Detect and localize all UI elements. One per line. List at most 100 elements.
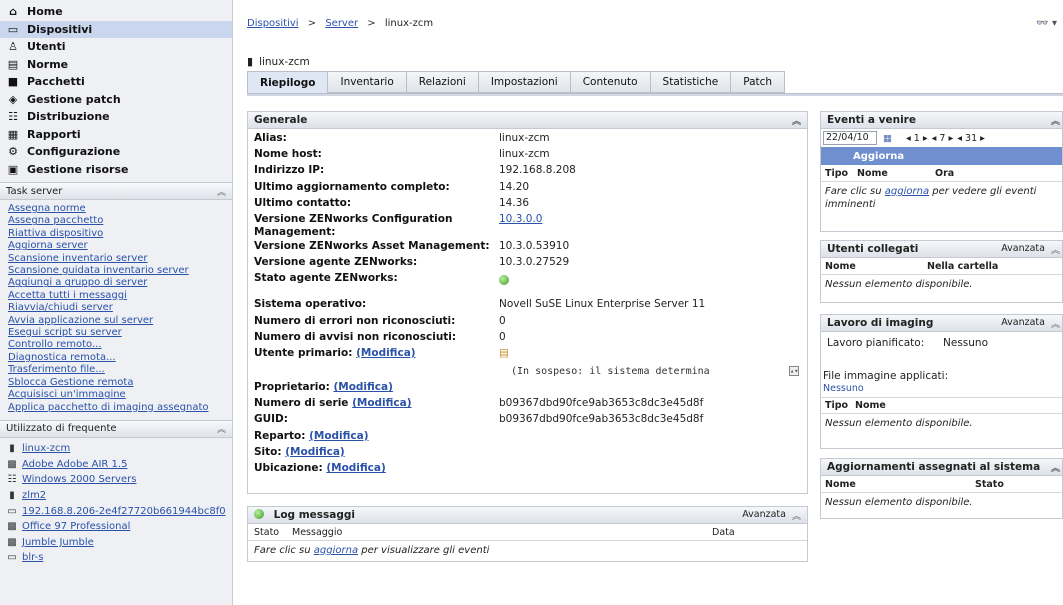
aggiornamenti-col-stato[interactable]: Stato xyxy=(975,479,1004,490)
collapse-icon[interactable]: ︽ xyxy=(792,114,801,127)
task-link[interactable]: Trasferimento file... xyxy=(8,364,232,376)
field-value[interactable]: 10.3.0.0 xyxy=(499,213,542,225)
modifica-link[interactable]: (Modifica) xyxy=(326,462,385,474)
log-aggiorna-link[interactable]: aggiorna xyxy=(314,545,358,556)
week-stepper[interactable]: ◂ 7 ▸ xyxy=(932,133,954,144)
tab-statistiche[interactable]: Statistiche xyxy=(650,71,732,93)
task-link[interactable]: Esegui script su server xyxy=(8,327,232,339)
scroll-icon[interactable]: ▴▾ xyxy=(789,365,799,376)
view-options-icon[interactable]: 👓 ▾ xyxy=(1036,18,1057,29)
frequent-item[interactable]: ▩ Adobe Adobe AIR 1.5 xyxy=(6,457,232,473)
task-link[interactable]: Avvia applicazione sul server xyxy=(8,315,232,327)
log-avanzata-link[interactable]: Avanzata xyxy=(742,509,786,522)
tab-riepilogo[interactable]: Riepilogo xyxy=(247,71,329,93)
calendar-icon[interactable]: ▦ xyxy=(883,133,892,144)
task-link[interactable]: Aggiungi a gruppo di server xyxy=(8,277,232,289)
eventi-col-tipo[interactable]: Tipo xyxy=(825,168,857,179)
nav-item-home[interactable]: ⌂ Home xyxy=(0,3,232,21)
frequent-item[interactable]: ▩ Office 97 Professional xyxy=(6,519,232,535)
collapse-icon[interactable]: ︽ xyxy=(1051,243,1060,256)
task-link[interactable]: Aggiorna server xyxy=(8,240,232,252)
frequent-item-label[interactable]: linux-zcm xyxy=(22,443,70,454)
collapse-icon[interactable]: ︽ xyxy=(792,509,801,522)
tab-patch[interactable]: Patch xyxy=(731,71,786,93)
breadcrumb-dispositivi[interactable]: Dispositivi xyxy=(247,18,299,29)
log-col-stato[interactable]: Stato xyxy=(254,527,292,538)
modifica-link[interactable]: (Modifica) xyxy=(309,430,368,442)
imaging-col-tipo[interactable]: Tipo xyxy=(825,400,855,411)
frequent-item-label[interactable]: Windows 2000 Servers xyxy=(22,474,136,485)
aggiorna-button[interactable]: Aggiorna xyxy=(821,147,1062,165)
tab-impostazioni[interactable]: Impostazioni xyxy=(478,71,571,93)
generale-row: GUID: b09367dbd90fce9ab3653c8dc3e45d8f xyxy=(248,412,807,428)
task-link[interactable]: Applica pacchetto di imaging assegnato xyxy=(8,402,232,414)
imaging-avanzata-link[interactable]: Avanzata xyxy=(1001,317,1045,330)
tab-inventario[interactable]: Inventario xyxy=(328,71,407,93)
task-server-header[interactable]: Task server ︽ xyxy=(0,182,232,200)
nav-item-rapporti[interactable]: ▦ Rapporti xyxy=(0,126,232,144)
task-link[interactable]: Accetta tutti i messaggi xyxy=(8,290,232,302)
utente-primario-modifica-link[interactable]: (Modifica) xyxy=(356,347,415,359)
eventi-aggiorna-link[interactable]: aggiorna xyxy=(885,186,929,197)
task-link[interactable]: Controllo remoto... xyxy=(8,339,232,351)
modifica-link[interactable]: (Modifica) xyxy=(352,397,411,409)
frequent-item-label[interactable]: blr-s xyxy=(22,552,43,563)
task-link[interactable]: Assegna norme xyxy=(8,203,232,215)
eventi-col-ora[interactable]: Ora xyxy=(935,168,954,179)
log-col-data[interactable]: Data xyxy=(712,527,735,538)
collapse-icon[interactable]: ︽ xyxy=(217,422,226,435)
nav-item-pacchetti[interactable]: ■ Pacchetti xyxy=(0,73,232,91)
frequent-item[interactable]: ▭ 192.168.8.206-2e4f27720b661944bc8f0 xyxy=(6,503,232,519)
log-col-messaggio[interactable]: Messaggio xyxy=(292,527,712,538)
task-link[interactable]: Acquisisci un'immagine xyxy=(8,389,232,401)
collapse-icon[interactable]: ︽ xyxy=(217,185,226,198)
frequent-item-label[interactable]: Adobe Adobe AIR 1.5 xyxy=(22,459,127,470)
task-link[interactable]: Riattiva dispositivo xyxy=(8,228,232,240)
task-link[interactable]: Riavvia/chiudi server xyxy=(8,302,232,314)
nav-item-configurazione[interactable]: ⚙ Configurazione xyxy=(0,143,232,161)
nav-item-distribuzione[interactable]: ☷ Distribuzione xyxy=(0,108,232,126)
utenti-col-cartella[interactable]: Nella cartella xyxy=(927,261,998,272)
frequent-item[interactable]: ▭ blr-s xyxy=(6,550,232,566)
modifica-link[interactable]: (Modifica) xyxy=(333,381,392,393)
frequent-item[interactable]: ▩ Jumble Jumble xyxy=(6,534,232,550)
task-link[interactable]: Scansione inventario server xyxy=(8,253,232,265)
day-stepper[interactable]: ◂ 1 ▸ xyxy=(906,133,928,144)
date-input[interactable]: 22/04/10 xyxy=(823,131,877,145)
breadcrumb-server[interactable]: Server xyxy=(325,18,358,29)
task-link[interactable]: Sblocca Gestione remota xyxy=(8,377,232,389)
nav-item-gestione-risorse[interactable]: ▣ Gestione risorse xyxy=(0,161,232,179)
nav-item-utenti[interactable]: ♙ Utenti xyxy=(0,38,232,56)
tab-contenuto[interactable]: Contenuto xyxy=(570,71,651,93)
frequent-item-label[interactable]: zlm2 xyxy=(22,490,46,501)
frequent-header[interactable]: Utilizzato di frequente ︽ xyxy=(0,419,232,438)
frequent-item-label[interactable]: Office 97 Professional xyxy=(22,521,130,532)
utenti-col-nome[interactable]: Nome xyxy=(825,261,927,272)
task-link[interactable]: Diagnostica remota... xyxy=(8,352,232,364)
nav-item-norme[interactable]: ▤ Norme xyxy=(0,56,232,74)
task-link[interactable]: Scansione guidata inventario server xyxy=(8,265,232,277)
nav-item-gestione-patch[interactable]: ◈ Gestione patch xyxy=(0,91,232,109)
eventi-col-nome[interactable]: Nome xyxy=(857,168,935,179)
collapse-icon[interactable]: ︽ xyxy=(1051,461,1060,474)
collapse-icon[interactable]: ︽ xyxy=(1051,114,1060,127)
frequent-item-label[interactable]: Jumble Jumble xyxy=(22,537,94,548)
breadcrumb-separator: > xyxy=(367,18,376,29)
bundle-icon: ▩ xyxy=(7,521,17,533)
month-stepper[interactable]: ◂ 31 ▸ xyxy=(957,133,985,144)
frequent-item[interactable]: ☷ Windows 2000 Servers xyxy=(6,472,232,488)
field-label: Versione ZENworks Configuration Manageme… xyxy=(254,212,453,238)
frequent-item[interactable]: ▮ linux-zcm xyxy=(6,441,232,457)
frequent-item-label[interactable]: 192.168.8.206-2e4f27720b661944bc8f0 xyxy=(22,506,226,517)
nav-item-dispositivi[interactable]: ▭ Dispositivi xyxy=(0,20,232,38)
modifica-link[interactable]: (Modifica) xyxy=(285,446,344,458)
date-bar: 22/04/10 ▦ ◂ 1 ▸ ◂ 7 ▸ ◂ 31 ▸ xyxy=(821,129,1062,147)
utenti-avanzata-link[interactable]: Avanzata xyxy=(1001,243,1045,256)
task-link[interactable]: Assegna pacchetto xyxy=(8,215,232,227)
aggiornamenti-col-nome[interactable]: Nome xyxy=(825,479,975,490)
collapse-icon[interactable]: ︽ xyxy=(1051,317,1060,330)
field-value xyxy=(499,445,807,446)
imaging-col-nome[interactable]: Nome xyxy=(855,400,886,411)
tab-relazioni[interactable]: Relazioni xyxy=(406,71,479,93)
frequent-item[interactable]: ▮ zlm2 xyxy=(6,488,232,504)
